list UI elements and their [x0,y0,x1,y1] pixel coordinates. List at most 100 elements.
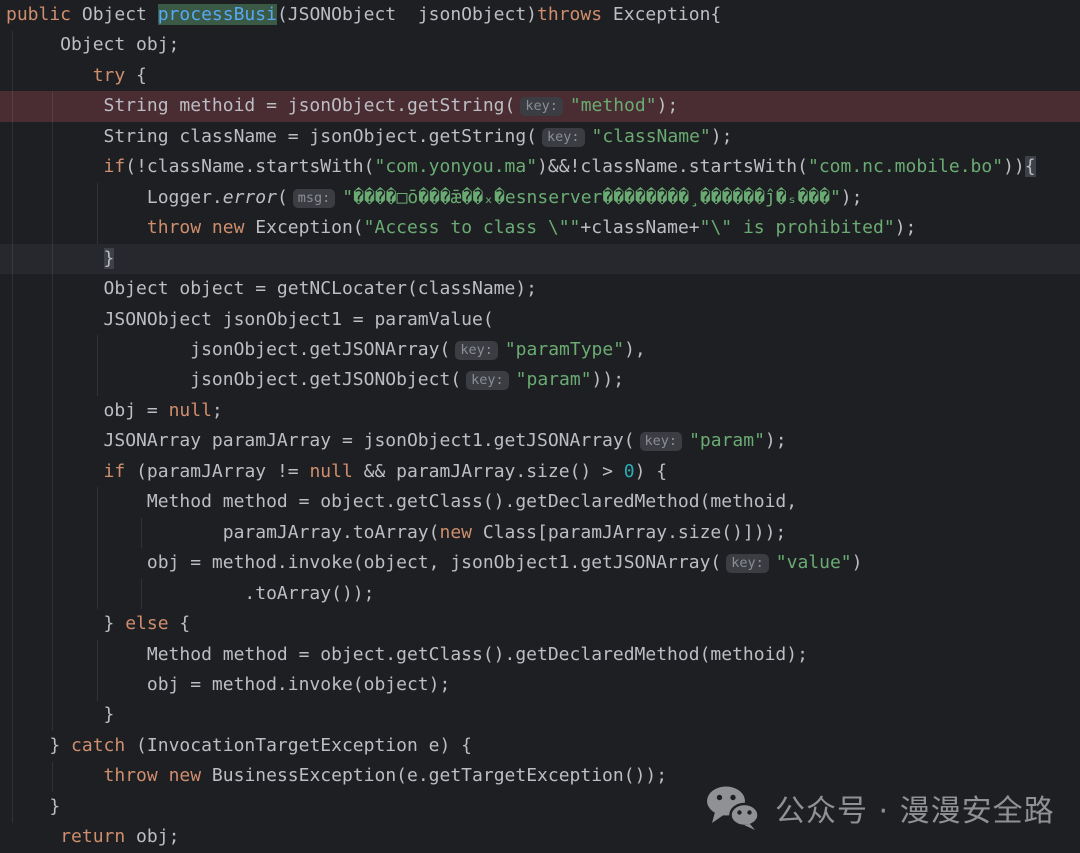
code-line[interactable]: jsonObject.getJSONObject( key: "param")); [0,365,1080,395]
code-line[interactable]: } else { [0,609,1080,639]
code-token: ); [711,126,733,147]
code-editor[interactable]: public Object processBusi(JSONObject jso… [0,0,1080,853]
code-token: processBusi [158,4,277,25]
code-line[interactable]: Method method = object.getClass().getDec… [0,640,1080,670]
code-token: throws [537,4,602,25]
parameter-hint[interactable]: key: [466,371,509,390]
code-line[interactable]: paramJArray.toArray(new Class[paramJArra… [0,518,1080,548]
code-token: (InvocationTargetException e) { [125,735,472,756]
code-token: && paramJArray.size() > [353,461,624,482]
wechat-icon [706,785,760,831]
code-token: .toArray()); [6,583,374,604]
code-token: JSONObject jsonObject1 = paramValue( [6,309,494,330]
code-token: if [104,461,126,482]
code-token: new [439,522,472,543]
code-token: Method method = object.getClass().getDec… [6,644,808,665]
parameter-hint[interactable]: key: [455,341,498,360]
code-token: "className" [592,126,711,147]
code-token: return [60,826,125,847]
code-line[interactable]: .toArray()); [0,579,1080,609]
code-token: public [6,4,82,25]
code-line[interactable]: public Object processBusi(JSONObject jso… [0,0,1080,30]
code-line[interactable]: obj = null; [0,396,1080,426]
code-token: "\" is prohibited" [700,217,895,238]
code-line[interactable]: obj = method.invoke(object); [0,670,1080,700]
code-token: } [104,248,115,269]
code-token: ); [841,187,863,208]
code-line[interactable]: throw new Exception("Access to class \""… [0,213,1080,243]
code-token: "Access to class \"" [364,217,581,238]
code-token: "value" [776,552,852,573]
code-line[interactable]: try { [0,61,1080,91]
code-token: if [104,156,126,177]
parameter-hint[interactable]: key: [520,97,563,116]
code-lines: public Object processBusi(JSONObject jso… [0,0,1080,853]
parameter-hint[interactable]: msg: [293,189,336,208]
code-token [6,156,104,177]
code-token: jsonObject.getJSONObject( [6,369,461,390]
code-token: ) [852,552,863,573]
code-token: String className = jsonObject.getString( [6,126,537,147]
code-line[interactable]: if(!className.startsWith("com.yonyou.ma"… [0,152,1080,182]
parameter-hint[interactable]: key: [640,432,683,451]
code-line[interactable]: JSONArray paramJArray = jsonObject1.getJ… [0,426,1080,456]
code-token: error [223,187,277,208]
code-line[interactable]: } [0,700,1080,730]
code-token [6,65,93,86]
code-token: { [1025,156,1036,177]
code-token: obj = method.invoke(object); [6,674,450,695]
code-token: JSONArray paramJArray = jsonObject1.getJ… [6,430,635,451]
code-token: Logger. [6,187,223,208]
code-token: )) [1003,156,1025,177]
code-token: "com.yonyou.ma" [374,156,537,177]
code-token: "method" [570,95,657,116]
code-token [6,248,104,269]
code-token: } [6,735,71,756]
code-token: Class[paramJArray.size()])); [472,522,786,543]
code-token: "����□ō���ǣ��ₓ�esnserver��������¸������ĵ… [342,187,841,208]
code-token: ); [657,95,679,116]
code-token: Object obj; [6,34,179,55]
code-line[interactable]: Method method = object.getClass().getDec… [0,487,1080,517]
code-token: } [6,796,60,817]
code-token: try [93,65,126,86]
code-token: obj = [6,400,169,421]
code-token: else [125,613,168,634]
code-line[interactable]: String methoid = jsonObject.getString( ke… [0,91,1080,121]
code-token: )); [592,369,625,390]
code-token [6,217,147,238]
code-line[interactable]: String className = jsonObject.getString(… [0,122,1080,152]
code-line[interactable]: JSONObject jsonObject1 = paramValue( [0,305,1080,335]
code-token: 0 [624,461,635,482]
code-token: +className+ [580,217,699,238]
code-token: null [169,400,212,421]
code-line[interactable]: Object object = getNCLocater(className); [0,274,1080,304]
code-line[interactable]: } catch (InvocationTargetException e) { [0,731,1080,761]
code-token: ) { [635,461,668,482]
code-token: obj; [125,826,179,847]
code-token: "param" [516,369,592,390]
code-token: { [169,613,191,634]
code-token: } [6,704,114,725]
watermark: 公众号 · 漫漫安全路 [706,779,1055,837]
code-token: (JSONObject jsonObject) [277,4,537,25]
code-line[interactable]: jsonObject.getJSONArray(key:"paramType")… [0,335,1080,365]
code-line[interactable]: Logger.error(msg:"����□ō���ǣ��ₓ�esnserve… [0,183,1080,213]
watermark-text: 公众号 · 漫漫安全路 [775,786,1055,830]
code-line[interactable]: Object obj; [0,30,1080,60]
code-token: ); [895,217,917,238]
code-line[interactable]: if (paramJArray != null && paramJArray.s… [0,457,1080,487]
code-token: throw [147,217,201,238]
code-line[interactable]: } [0,244,1080,274]
parameter-hint[interactable]: key: [726,554,769,573]
code-token: String methoid = jsonObject.getString( [6,95,515,116]
code-token: paramJArray.toArray( [6,522,439,543]
code-token: new [169,765,202,786]
code-token: Object [82,4,158,25]
code-line[interactable]: obj = method.invoke(object, jsonObject1.… [0,548,1080,578]
code-token: Object object = getNCLocater(className); [6,278,537,299]
code-token: )&&!className.startsWith( [537,156,808,177]
code-token [158,765,169,786]
code-token: Exception( [244,217,363,238]
parameter-hint[interactable]: key: [542,128,585,147]
